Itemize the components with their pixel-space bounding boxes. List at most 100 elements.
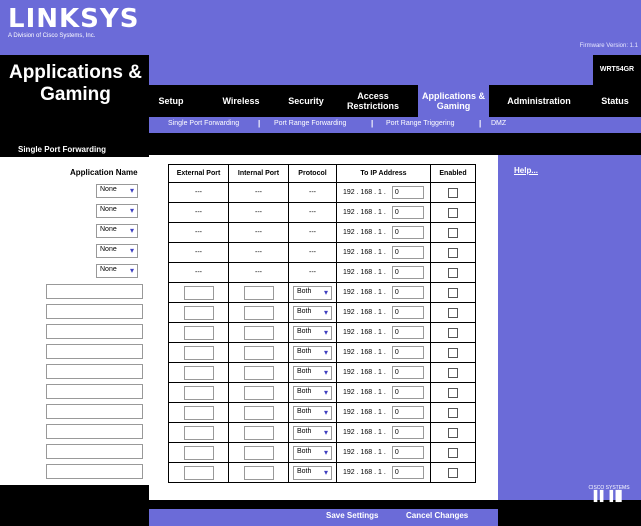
ip-last-octet-input[interactable]: 0	[391, 386, 424, 399]
application-name-input[interactable]	[46, 364, 143, 379]
linksys-logo: LINKSYS A Division of Cisco Systems, Inc…	[8, 6, 139, 39]
enabled-checkbox[interactable]	[448, 327, 458, 338]
protocol-select[interactable]: Both ▾	[293, 385, 332, 400]
internal-port-input[interactable]	[243, 465, 274, 480]
enabled-checkbox[interactable]	[448, 247, 458, 258]
enabled-checkbox[interactable]	[448, 347, 458, 358]
protocol-select[interactable]: Both ▾	[293, 405, 332, 420]
enabled-checkbox[interactable]	[448, 387, 458, 398]
chevron-down-icon: ▾	[323, 387, 328, 397]
ip-last-octet-input[interactable]: 0	[391, 306, 424, 319]
ip-last-octet-input[interactable]: 0	[391, 366, 424, 379]
external-port-input[interactable]	[183, 345, 214, 360]
external-port-input[interactable]	[183, 285, 214, 300]
application-name-input[interactable]	[46, 344, 143, 359]
tab-status[interactable]: Status	[589, 85, 641, 117]
application-select[interactable]: None ▾	[96, 184, 138, 198]
protocol-select[interactable]: Both ▾	[293, 305, 332, 320]
table-row: Both ▾ 192 . 168 . 1 . 0	[168, 282, 476, 303]
ip-prefix: 192 . 168 . 1 .	[343, 229, 386, 237]
ip-last-octet-input[interactable]: 0	[391, 246, 424, 259]
internal-port-input[interactable]	[243, 365, 274, 380]
enabled-checkbox[interactable]	[448, 227, 458, 238]
tab-administration[interactable]: Administration	[494, 85, 584, 117]
enabled-checkbox[interactable]	[448, 367, 458, 378]
protocol-select[interactable]: Both ▾	[293, 285, 332, 300]
protocol-select[interactable]: Both ▾	[293, 365, 332, 380]
external-port-input[interactable]	[183, 405, 214, 420]
application-name-input[interactable]	[46, 384, 143, 399]
tab-setup[interactable]: Setup	[149, 85, 193, 117]
chevron-down-icon: ▾	[323, 447, 328, 457]
application-name-input[interactable]	[46, 324, 143, 339]
enabled-checkbox[interactable]	[448, 447, 458, 458]
ip-last-octet-input[interactable]: 0	[391, 426, 424, 439]
dash-cell: ---	[288, 202, 337, 223]
application-name-input[interactable]	[46, 284, 143, 299]
internal-port-input[interactable]	[243, 305, 274, 320]
protocol-select[interactable]: Both ▾	[293, 465, 332, 480]
help-link[interactable]: Help...	[514, 166, 538, 175]
application-name-input[interactable]	[46, 424, 143, 439]
enabled-checkbox[interactable]	[448, 307, 458, 318]
tab-wireless[interactable]: Wireless	[211, 85, 271, 117]
table-row: --- --- --- 192 . 168 . 1 .0	[168, 182, 476, 203]
ip-last-octet-input[interactable]: 0	[391, 226, 424, 239]
column-header-protocol: Protocol	[288, 164, 337, 183]
external-port-input[interactable]	[183, 425, 214, 440]
external-port-input[interactable]	[183, 325, 214, 340]
application-select[interactable]: None ▾	[96, 244, 138, 258]
application-select[interactable]: None ▾	[96, 224, 138, 238]
chevron-down-icon: ▾	[323, 287, 328, 297]
internal-port-input[interactable]	[243, 285, 274, 300]
ip-last-octet-input[interactable]: 0	[391, 446, 424, 459]
protocol-select[interactable]: Both ▾	[293, 425, 332, 440]
save-settings-button[interactable]: Save Settings	[326, 511, 378, 520]
subtab-port-range-forwarding[interactable]: Port Range Forwarding	[274, 120, 346, 127]
ip-last-octet-input[interactable]: 0	[391, 186, 424, 199]
application-select[interactable]: None ▾	[96, 204, 138, 218]
application-name-input[interactable]	[46, 404, 143, 419]
tab-security[interactable]: Security	[277, 85, 335, 117]
enabled-checkbox[interactable]	[448, 207, 458, 218]
main-tabs: Setup Wireless Security Access Restricti…	[149, 85, 641, 117]
internal-port-input[interactable]	[243, 405, 274, 420]
subtab-port-range-triggering[interactable]: Port Range Triggering	[386, 120, 454, 127]
enabled-checkbox[interactable]	[448, 187, 458, 198]
ip-last-octet-input[interactable]: 0	[391, 206, 424, 219]
internal-port-input[interactable]	[243, 445, 274, 460]
protocol-select[interactable]: Both ▾	[293, 445, 332, 460]
external-port-input[interactable]	[183, 365, 214, 380]
enabled-checkbox[interactable]	[448, 467, 458, 478]
external-port-input[interactable]	[183, 305, 214, 320]
external-port-input[interactable]	[183, 385, 214, 400]
internal-port-input[interactable]	[243, 325, 274, 340]
internal-port-input[interactable]	[243, 385, 274, 400]
external-port-input[interactable]	[183, 465, 214, 480]
application-name-input[interactable]	[46, 464, 143, 479]
tab-access-restrictions[interactable]: Access Restrictions	[339, 85, 407, 117]
ip-last-octet-input[interactable]: 0	[391, 266, 424, 279]
enabled-checkbox[interactable]	[448, 427, 458, 438]
protocol-select[interactable]: Both ▾	[293, 325, 332, 340]
application-name-input[interactable]	[46, 304, 143, 319]
enabled-checkbox[interactable]	[448, 287, 458, 298]
ip-last-octet-input[interactable]: 0	[391, 406, 424, 419]
ip-last-octet-input[interactable]: 0	[391, 326, 424, 339]
enabled-checkbox[interactable]	[448, 407, 458, 418]
enabled-checkbox[interactable]	[448, 267, 458, 278]
application-select[interactable]: None ▾	[96, 264, 138, 278]
subtab-single-port-forwarding[interactable]: Single Port Forwarding	[168, 120, 239, 127]
external-port-input[interactable]	[183, 445, 214, 460]
ip-last-octet-input[interactable]: 0	[391, 466, 424, 479]
application-name-input[interactable]	[46, 444, 143, 459]
protocol-select[interactable]: Both ▾	[293, 345, 332, 360]
cancel-changes-button[interactable]: Cancel Changes	[406, 511, 468, 520]
internal-port-input[interactable]	[243, 425, 274, 440]
internal-port-input[interactable]	[243, 345, 274, 360]
ip-last-octet-input[interactable]: 0	[391, 286, 424, 299]
ip-last-octet-input[interactable]: 0	[391, 346, 424, 359]
application-name-label: Application Name	[70, 168, 138, 177]
tab-applications-gaming[interactable]: Applications & Gaming	[418, 85, 489, 117]
subtab-dmz[interactable]: DMZ	[491, 120, 506, 127]
